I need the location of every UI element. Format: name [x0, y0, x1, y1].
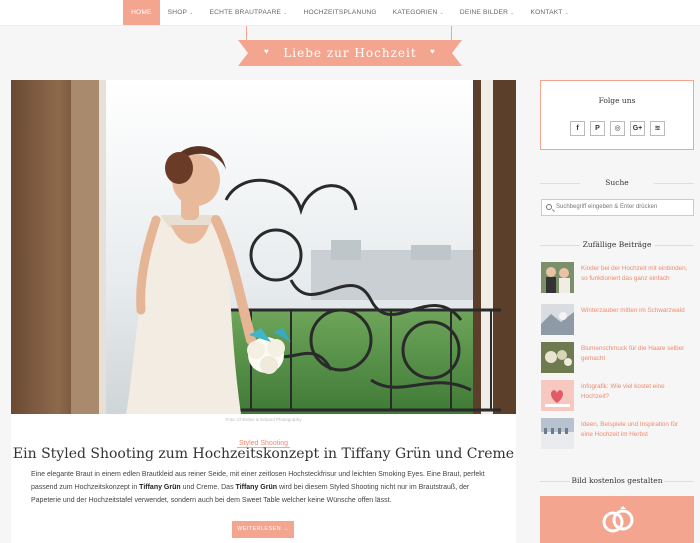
social-links: f P ◎ G+ ≋: [570, 121, 665, 136]
site-title: Liebe zur Hochzeit: [283, 46, 417, 60]
read-more-button[interactable]: WEITERLESEN →: [232, 521, 294, 538]
nav-item-kontakt[interactable]: KONTAKT ⌄: [522, 0, 576, 25]
nav-item-kategorien[interactable]: KATEGORIEN ⌄: [385, 0, 452, 25]
featured-post-card: Foto: Christine & Eduard Photography Sty…: [11, 80, 516, 543]
pinterest-icon[interactable]: P: [590, 121, 605, 136]
nav-item-home[interactable]: HOME: [123, 0, 160, 25]
wedding-rings-icon: [602, 506, 634, 533]
post-title[interactable]: Ein Styled Shooting zum Hochzeitskonzept…: [11, 446, 516, 462]
follow-us-widget: Folge uns f P ◎ G+ ≋: [540, 80, 694, 150]
nav-item-shop[interactable]: SHOP ⌄: [160, 0, 202, 25]
chevron-down-icon: ⌄: [510, 10, 515, 16]
random-posts-title: Zufällige Beiträge: [540, 240, 694, 249]
search-widget-title: Suche: [540, 178, 694, 187]
follow-us-title: Folge uns: [598, 96, 636, 105]
post-excerpt: Eine elegante Braut in einem edlen Braut…: [31, 471, 485, 504]
nav-item-hochzeitsplanung[interactable]: HOCHZEITSPLANUNG: [296, 0, 385, 25]
google-plus-icon[interactable]: G+: [630, 121, 645, 136]
chevron-down-icon: ⌄: [564, 10, 569, 16]
search-placeholder: Suchbegriff eingeben & Enter drücken: [556, 204, 658, 210]
random-post-title[interactable]: Blumenschmuck für die Haare selber gemac…: [581, 344, 691, 363]
random-post-item[interactable]: Kinder bei der Hochzeit mit einbinden, s…: [541, 262, 695, 296]
bride-photo: [11, 80, 516, 414]
facebook-icon[interactable]: f: [570, 121, 585, 136]
search-icon: [546, 204, 552, 210]
cta-banner[interactable]: [540, 496, 694, 543]
random-post-thumbnail[interactable]: [541, 380, 574, 411]
nav-item-deine-bilder[interactable]: DEINE BILDER ⌄: [452, 0, 523, 25]
random-post-item[interactable]: Ideen, Beispiele und Inspiration für ein…: [541, 418, 695, 452]
random-post-title[interactable]: Infografik: Wie viel kostet eine Hochzei…: [581, 382, 691, 401]
site-logo-banner[interactable]: ♥ ♥ Liebe zur Hochzeit: [238, 40, 462, 66]
rss-icon[interactable]: ≋: [650, 121, 665, 136]
main-navigation: HOME SHOP ⌄ ECHTE BRAUTPAARE ⌄ HOCHZEITSPL…: [0, 0, 700, 26]
random-post-thumbnail[interactable]: [541, 342, 574, 373]
cta-widget-title: Bild kostenlos gestalten: [540, 476, 694, 485]
chevron-down-icon: ⌄: [283, 10, 288, 16]
random-post-thumbnail[interactable]: [541, 418, 574, 449]
chevron-down-icon: ⌄: [189, 10, 194, 16]
random-post-item[interactable]: Blumenschmuck für die Haare selber gemac…: [541, 342, 695, 376]
instagram-icon[interactable]: ◎: [610, 121, 625, 136]
photo-credit: Foto: Christine & Eduard Photography: [225, 417, 302, 422]
random-post-title[interactable]: Ideen, Beispiele und Inspiration für ein…: [581, 420, 691, 439]
chevron-down-icon: ⌄: [439, 10, 444, 16]
nav-item-echte-brautpaare[interactable]: ECHTE BRAUTPAARE ⌄: [202, 0, 296, 25]
post-featured-image[interactable]: [11, 80, 516, 414]
random-post-title[interactable]: Winterzauber mitten im Schwarzwald: [581, 306, 691, 316]
random-post-item[interactable]: Winterzauber mitten im Schwarzwald: [541, 304, 695, 338]
random-post-item[interactable]: Infografik: Wie viel kostet eine Hochzei…: [541, 380, 695, 414]
search-input[interactable]: Suchbegriff eingeben & Enter drücken: [541, 199, 694, 216]
random-post-thumbnail[interactable]: [541, 304, 574, 335]
random-post-title[interactable]: Kinder bei der Hochzeit mit einbinden, s…: [581, 264, 691, 283]
random-post-thumbnail[interactable]: [541, 262, 574, 293]
